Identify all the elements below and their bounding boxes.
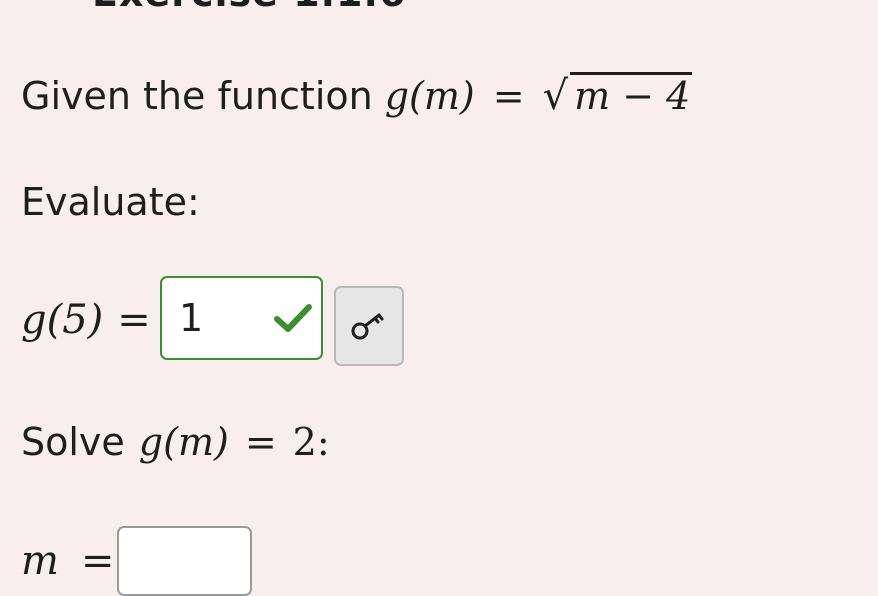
exercise-title: Exercise 1.1.6 — [92, 0, 406, 15]
answer-key-button[interactable] — [334, 286, 404, 366]
m-variable: m — [21, 538, 59, 584]
solve-text: Solve — [21, 420, 125, 464]
g5-row: g(5) = 1 — [21, 276, 404, 366]
solve-prompt: Solve g(m) = 2: — [21, 420, 330, 464]
m-equals: = — [81, 538, 115, 584]
g5-answer-value: 1 — [179, 296, 204, 340]
prompt-text: Given the function — [21, 74, 373, 118]
prompt-equals: = — [492, 74, 525, 118]
m-answer-input[interactable] — [117, 526, 252, 596]
key-icon — [351, 313, 384, 340]
function-prompt: Given the function g(m) = √ m − 4 — [21, 72, 693, 119]
radicand: m − 4 — [570, 72, 693, 119]
exercise-header: Exercise 1.1.6 — [36, 0, 406, 15]
solve-rhs: 2: — [292, 420, 330, 464]
checkmark-icon — [274, 304, 312, 332]
solve-function: g(m) — [138, 420, 229, 464]
sqrt-sign: √ — [542, 73, 569, 119]
solve-equals: = — [244, 420, 277, 464]
square-root-expression: √ m − 4 — [543, 72, 693, 119]
g5-equals: = — [117, 297, 151, 343]
g5-expression: g(5) — [21, 297, 104, 343]
g5-answer-input[interactable]: 1 — [160, 276, 323, 360]
evaluate-label: Evaluate: — [21, 180, 200, 224]
function-name: g(m) — [384, 74, 475, 118]
